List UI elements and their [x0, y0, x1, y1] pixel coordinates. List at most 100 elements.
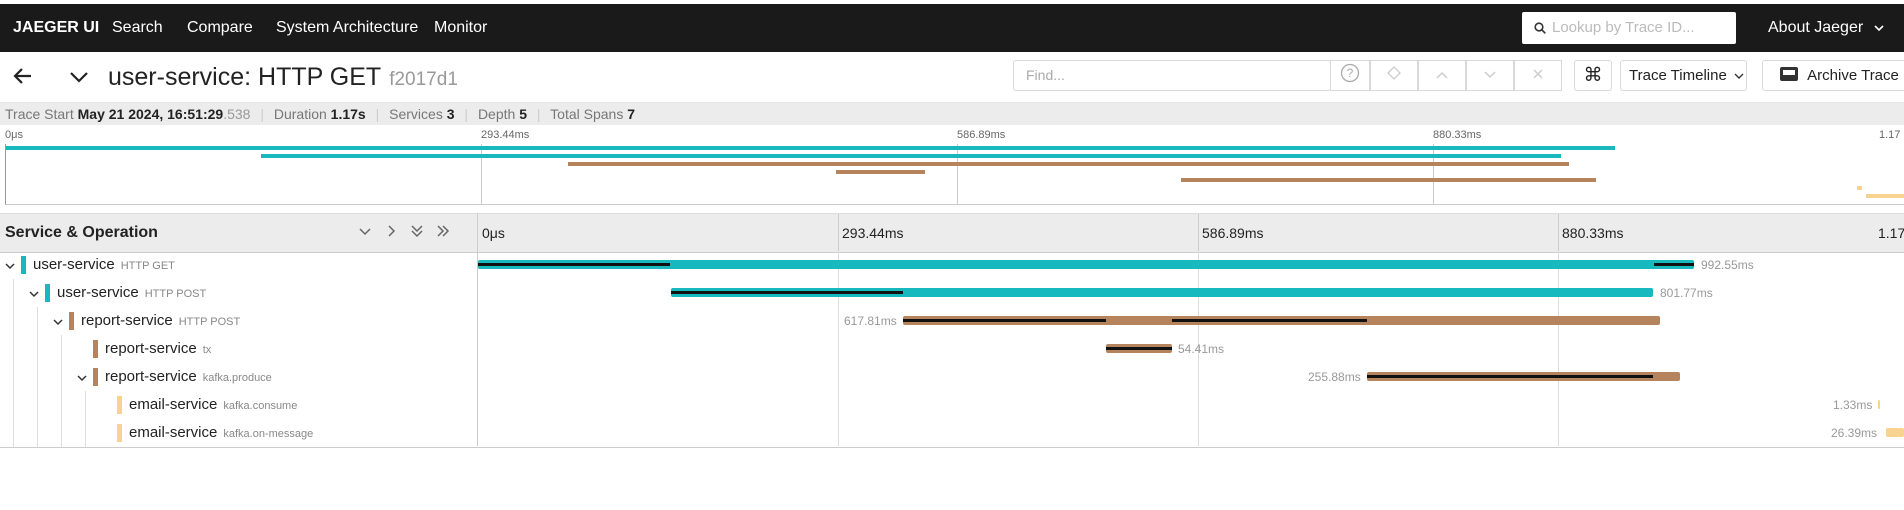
nav-system-architecture[interactable]: System Architecture	[276, 4, 418, 52]
span-service: user-service	[57, 284, 139, 301]
span-duration-label: 255.88ms	[1308, 370, 1361, 384]
minimap-gridline	[1433, 144, 1434, 204]
trace-start-label: Trace Start	[5, 106, 74, 122]
span-self-time-segment	[1654, 263, 1694, 266]
span-duration-label: 617.81ms	[844, 314, 897, 328]
clear-search-button[interactable]	[1514, 60, 1562, 91]
chevron-down-icon[interactable]	[76, 371, 88, 389]
span-name[interactable]: email-service kafka.on-message	[129, 419, 313, 448]
span-name[interactable]: report-service HTTP POST	[81, 307, 240, 336]
about-jaeger-menu[interactable]: About Jaeger	[1768, 4, 1884, 52]
divider: |	[536, 106, 541, 122]
tree-guide	[37, 419, 38, 447]
span-operation: HTTP GET	[120, 260, 175, 272]
duration-label: Duration	[273, 106, 327, 122]
service-operation-header: Service & Operation	[5, 224, 158, 241]
span-bar[interactable]	[1878, 400, 1880, 409]
span-row[interactable]: report-service HTTP POST 617.81ms	[0, 307, 1904, 335]
archive-icon	[1779, 67, 1799, 84]
trace-title: user-service: HTTP GET f2017d1	[108, 52, 458, 105]
nav-compare[interactable]: Compare	[187, 4, 253, 52]
divider: |	[464, 106, 469, 122]
span-row[interactable]: email-service kafka.on-message 26.39ms	[0, 419, 1904, 447]
minimap-span-bar	[836, 170, 925, 174]
tree-guide	[13, 279, 14, 307]
trace-summary-bar: Trace Start May 21 2024, 16:51:29.538 | …	[0, 103, 1904, 125]
view-type-label: Trace Timeline	[1629, 67, 1727, 84]
command-key-icon: ⌘	[1583, 65, 1603, 86]
span-name[interactable]: report-service kafka.produce	[105, 363, 272, 392]
collapse-one-icon[interactable]	[358, 224, 372, 243]
brand-logo[interactable]: JAEGER UI	[13, 4, 99, 52]
depth-value: 5	[519, 106, 527, 122]
collapse-chevron-icon[interactable]	[68, 66, 90, 93]
span-self-time-segment	[478, 263, 670, 266]
archive-trace-label: Archive Trace	[1807, 67, 1899, 84]
tree-guide	[13, 419, 14, 447]
total-spans-label: Total Spans	[550, 106, 624, 122]
span-name[interactable]: report-service tx	[105, 335, 211, 364]
span-name[interactable]: user-service HTTP POST	[57, 279, 206, 308]
focus-match-button[interactable]	[1370, 60, 1418, 91]
find-input[interactable]: Find...	[1013, 60, 1331, 91]
divider: |	[260, 106, 264, 122]
divider: |	[375, 106, 380, 122]
expand-all-icon[interactable]	[436, 224, 450, 243]
keyboard-shortcuts-button[interactable]: ⌘	[1574, 60, 1612, 91]
span-row[interactable]: user-service HTTP POST 801.77ms	[0, 279, 1904, 307]
span-row[interactable]: report-service tx 54.41ms	[0, 335, 1904, 363]
top-nav: JAEGER UI Search Compare System Architec…	[0, 4, 1904, 52]
span-self-time-segment	[1367, 375, 1653, 378]
help-icon: ?	[1340, 63, 1360, 88]
collapse-all-icon[interactable]	[410, 224, 424, 243]
find-help-button[interactable]: ?	[1330, 60, 1370, 91]
minimap-span-bar	[568, 162, 1569, 166]
span-name[interactable]: email-service kafka.consume	[129, 391, 297, 420]
prev-match-button[interactable]	[1418, 60, 1466, 91]
tree-guide	[85, 391, 86, 419]
service-color-bar	[45, 284, 50, 302]
minimap-tick: 0μs	[5, 129, 23, 141]
span-operation: kafka.produce	[202, 372, 272, 384]
tree-guide	[61, 391, 62, 419]
service-color-bar	[93, 340, 98, 358]
minimap-span-bar	[1857, 186, 1862, 190]
span-row[interactable]: user-service HTTP GET 992.55ms	[0, 251, 1904, 279]
about-jaeger-label: About Jaeger	[1768, 19, 1864, 36]
archive-trace-button[interactable]: Archive Trace	[1762, 60, 1904, 91]
minimap-gridline	[481, 144, 482, 204]
minimap-tick: 880.33ms	[1433, 129, 1482, 141]
chevron-down-icon	[1868, 19, 1884, 36]
timeline-tick: 880.33ms	[1562, 225, 1624, 241]
minimap-gridline	[957, 144, 958, 204]
next-match-button[interactable]	[1466, 60, 1514, 91]
chevron-down-icon[interactable]	[4, 259, 16, 277]
back-arrow-icon[interactable]	[12, 65, 34, 92]
chevron-down-icon[interactable]	[28, 287, 40, 305]
trace-id-search-input[interactable]: Lookup by Trace ID...	[1522, 12, 1736, 44]
span-self-time-segment	[1172, 319, 1367, 322]
duration-value: 1.17s	[330, 106, 366, 122]
minimap-tick: 1.17	[1879, 129, 1901, 141]
view-type-select[interactable]: Trace Timeline	[1620, 60, 1747, 91]
span-operation: kafka.on-message	[223, 428, 314, 440]
span-service: report-service	[105, 340, 197, 357]
span-bar[interactable]	[1886, 428, 1904, 437]
expand-one-icon[interactable]	[384, 224, 398, 243]
span-service: report-service	[81, 312, 173, 329]
span-self-time-segment	[671, 291, 903, 294]
span-row[interactable]: email-service kafka.consume 1.33ms	[0, 391, 1904, 419]
span-name[interactable]: user-service HTTP GET	[33, 251, 175, 280]
tree-guide	[13, 335, 14, 363]
minimap-span-bar	[261, 154, 1561, 158]
minimap-span-bar	[1866, 194, 1904, 198]
span-row[interactable]: report-service kafka.produce 255.88ms	[0, 363, 1904, 391]
span-duration-label: 54.41ms	[1178, 342, 1225, 356]
trace-minimap[interactable]: 0μs 293.44ms 586.89ms 880.33ms 1.17	[0, 126, 1904, 206]
nav-search[interactable]: Search	[112, 4, 163, 52]
span-operation: HTTP POST	[144, 288, 207, 300]
chevron-down-icon[interactable]	[52, 315, 64, 333]
total-spans-value: 7	[627, 106, 636, 122]
service-color-bar	[21, 256, 26, 274]
nav-monitor[interactable]: Monitor	[434, 4, 487, 52]
